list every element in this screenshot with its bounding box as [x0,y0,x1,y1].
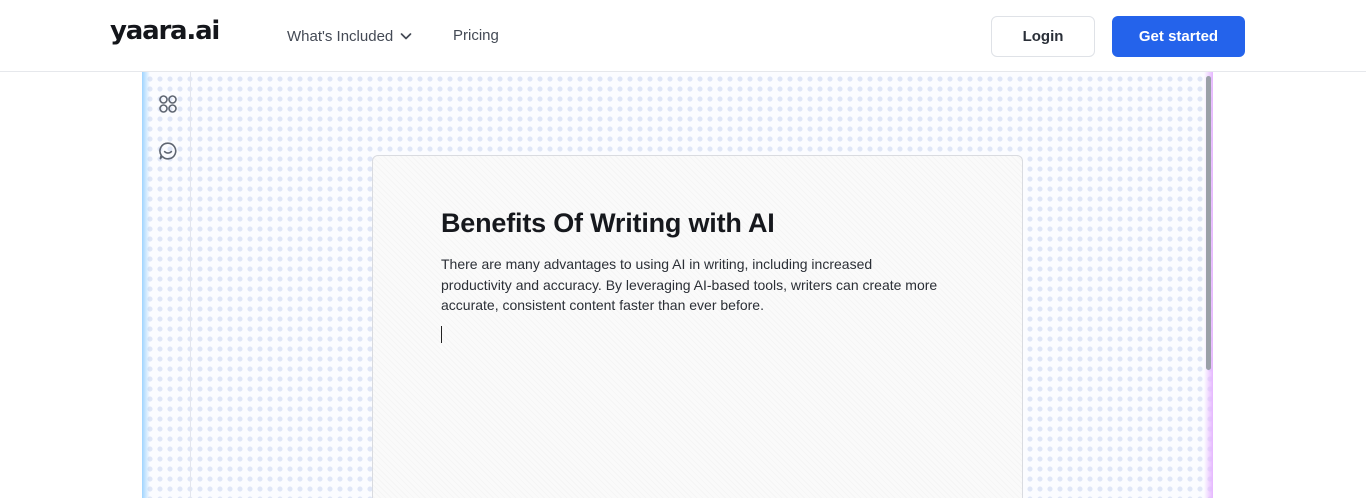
nav-whats-included-label: What's Included [287,27,394,45]
logo[interactable]: yaara.ai [110,16,220,46]
get-started-button[interactable]: Get started [1112,16,1245,57]
document-title[interactable]: Benefits Of Writing with AI [441,208,1001,239]
login-button[interactable]: Login [991,16,1095,57]
document-body[interactable]: There are many advantages to using AI in… [441,254,941,316]
sidebar-divider [190,72,191,498]
chat-bubble-icon[interactable] [157,140,179,162]
editor-scrollbar-thumb[interactable] [1206,76,1211,370]
chevron-down-icon [399,29,413,43]
editor-left-glow [142,72,150,498]
nav-pricing[interactable]: Pricing [453,26,499,46]
site-header: yaara.ai What's Included Pricing Login G… [0,0,1366,72]
apps-grid-icon[interactable] [157,93,179,115]
document-card[interactable]: Benefits Of Writing with AI There are ma… [372,155,1023,498]
text-cursor [441,326,442,343]
nav-whats-included[interactable]: What's Included [287,26,413,46]
